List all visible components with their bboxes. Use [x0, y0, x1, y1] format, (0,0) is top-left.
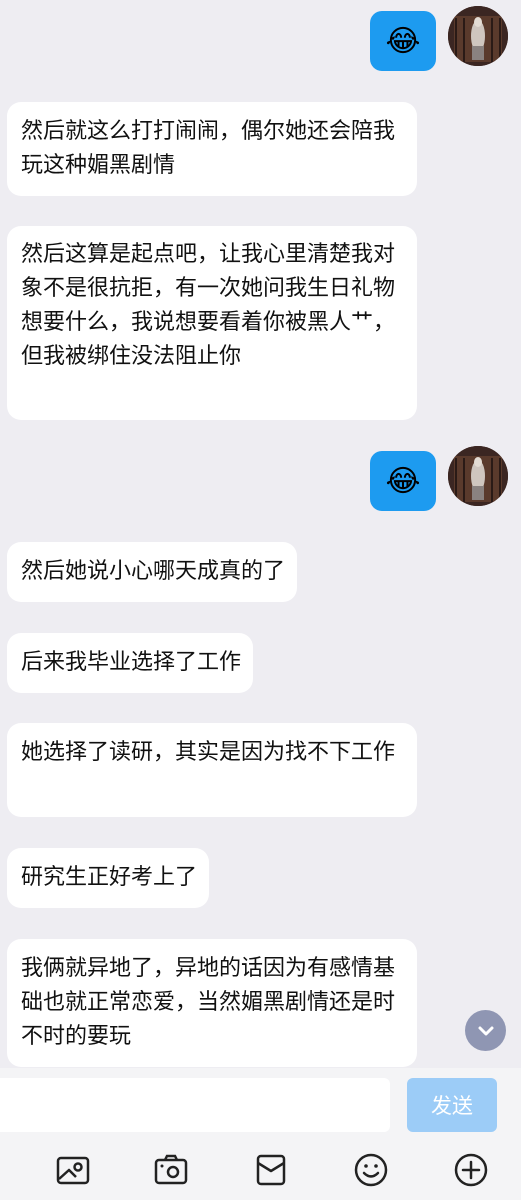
laughing-emoji: 😂	[385, 463, 421, 499]
laughing-emoji: 😂	[385, 23, 421, 59]
incoming-message[interactable]: 后来我毕业选择了工作	[7, 633, 254, 693]
incoming-message[interactable]: 然后就这么打打闹闹，偶尔她还会陪我玩这种媚黑剧情	[7, 102, 417, 196]
send-button[interactable]: 发送	[407, 1078, 497, 1132]
message-text: 然后这算是起点吧，让我心里清楚我对象不是很抗拒，有一次她问我生日礼物想要什么，我…	[21, 242, 396, 369]
incoming-message[interactable]: 然后这算是起点吧，让我心里清楚我对象不是很抗拒，有一次她问我生日礼物想要什么，我…	[7, 226, 417, 420]
plus-icon[interactable]	[451, 1150, 491, 1190]
image-icon[interactable]	[53, 1150, 93, 1190]
message-text: 后来我毕业选择了工作	[21, 650, 242, 675]
message-text: 她选择了读研，其实是因为找不下工作	[21, 740, 396, 765]
camera-icon[interactable]	[151, 1150, 191, 1190]
scroll-to-bottom-button[interactable]	[465, 1010, 506, 1051]
emoji-icon[interactable]	[351, 1150, 391, 1190]
message-text: 然后就这么打打闹闹，偶尔她还会陪我玩这种媚黑剧情	[21, 119, 396, 178]
incoming-message[interactable]: 研究生正好考上了	[7, 848, 210, 908]
avatar[interactable]	[448, 446, 508, 506]
incoming-message[interactable]: 我俩就异地了，异地的话因为有感情基础也就正常恋爱，当然媚黑剧情还是时不时的要玩	[7, 939, 417, 1067]
red-packet-icon[interactable]	[251, 1150, 291, 1190]
outgoing-emoji-message[interactable]: 😂	[370, 11, 436, 71]
avatar-image	[448, 446, 508, 506]
incoming-message[interactable]: 然后她说小心哪天成真的了	[7, 542, 298, 602]
avatar-image	[448, 6, 508, 66]
avatar[interactable]	[448, 6, 508, 66]
message-input[interactable]	[0, 1078, 390, 1132]
outgoing-emoji-message[interactable]: 😂	[370, 451, 436, 511]
chevron-down-icon	[478, 1026, 493, 1035]
incoming-message[interactable]: 她选择了读研，其实是因为找不下工作	[7, 723, 417, 817]
message-text: 然后她说小心哪天成真的了	[21, 559, 286, 584]
message-text: 我俩就异地了，异地的话因为有感情基础也就正常恋爱，当然媚黑剧情还是时不时的要玩	[21, 956, 396, 1049]
message-text: 研究生正好考上了	[21, 865, 198, 890]
